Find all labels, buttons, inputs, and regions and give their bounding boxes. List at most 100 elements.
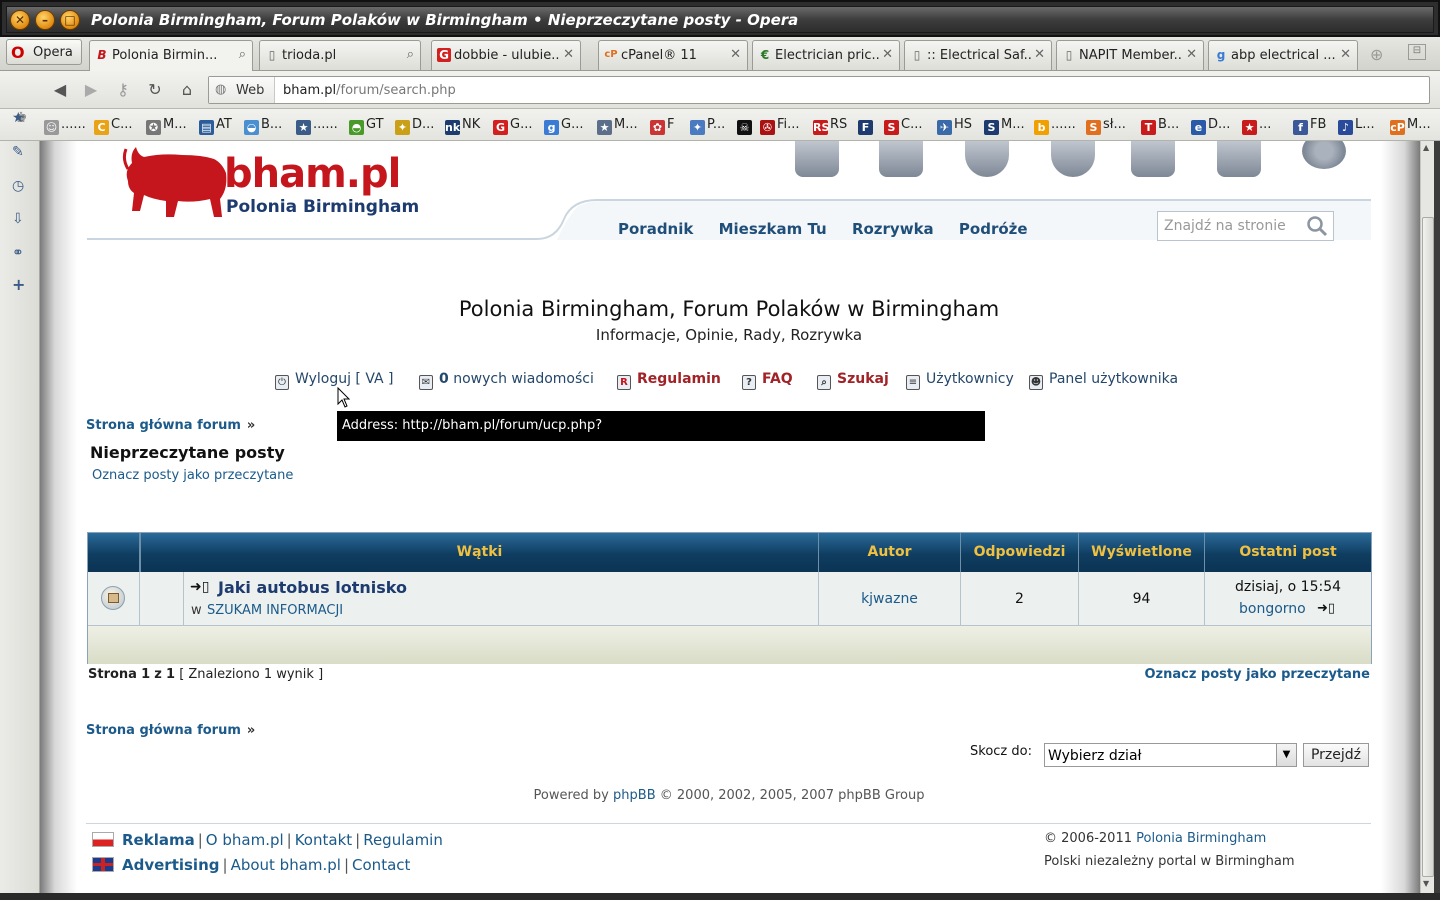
scrollbar-thumb[interactable]	[1422, 217, 1434, 877]
bookmark-item[interactable]: S C...	[884, 117, 922, 135]
view-latest-post-icon[interactable]: ➜▯	[1317, 601, 1335, 616]
scroll-up-icon[interactable]: ▲	[1423, 143, 1429, 152]
downloads-panel-icon[interactable]: ⇩	[12, 211, 30, 229]
site-logo[interactable]: bham.pl Polonia Birmingham	[122, 141, 422, 221]
bookmark-item[interactable]: ✿ F	[650, 117, 674, 135]
bookmark-item[interactable]: ☠	[737, 117, 754, 135]
messages-link[interactable]: ✉ 0 nowych wiadomości	[419, 371, 594, 390]
bookmark-item[interactable]: RSRS	[813, 117, 847, 135]
close-tab-icon[interactable]: ✕	[882, 47, 893, 62]
scroll-down-icon[interactable]: ▼	[1423, 879, 1429, 888]
footer-contact-pl-link[interactable]: Kontakt	[295, 831, 352, 849]
site-search-input[interactable]: Znajdź na stronie	[1157, 211, 1334, 241]
nav-mieszkam-tu[interactable]: Mieszkam Tu	[719, 220, 827, 238]
nav-podroze[interactable]: Podróże	[959, 220, 1028, 238]
bookmark-item[interactable]: ✦ P...	[690, 117, 725, 135]
members-link[interactable]: ≡ Użytkownicy	[906, 371, 1014, 390]
bookmark-item[interactable]: ★ M...	[597, 117, 638, 135]
footer-about-pl-link[interactable]: O bham.pl	[206, 831, 284, 849]
bookmark-item[interactable]: C C...	[94, 117, 132, 135]
phpbb-link[interactable]: phpBB	[613, 788, 656, 803]
page-scrollbar[interactable]: ▲ ▼	[1420, 141, 1434, 893]
breadcrumb-home-link[interactable]: Strona główna forum	[86, 723, 241, 738]
tab-electrician[interactable]: € Electrician pric... ✕	[752, 40, 900, 70]
bookmark-item[interactable]: ▤ AT	[199, 117, 232, 135]
tab-menu-icon[interactable]: ⊟	[1408, 44, 1426, 60]
search-icon[interactable]	[1305, 214, 1329, 238]
close-tab-icon[interactable]: ✕	[1186, 47, 1197, 62]
bookmark-item[interactable]: ✈ HS	[937, 117, 972, 135]
search-link[interactable]: ⌕ Szukaj	[817, 371, 889, 390]
bookmark-item[interactable]: G G...	[493, 117, 532, 135]
topic-forum-link[interactable]: SZUKAM INFORMACJI	[207, 603, 343, 618]
house-icon[interactable]	[795, 141, 839, 177]
mark-read-link-top[interactable]: Oznacz posty jako przeczytane	[92, 468, 293, 483]
bookmark-item[interactable]: T B...	[1141, 117, 1179, 135]
tab-polonia[interactable]: B Polonia Birmin... ⌕	[89, 40, 253, 72]
close-tab-icon[interactable]: ✕	[563, 47, 574, 62]
history-panel-icon[interactable]: ◷	[12, 178, 30, 196]
faq-link[interactable]: ? FAQ	[742, 371, 793, 390]
goto-unread-icon[interactable]: ➜▯	[190, 579, 209, 595]
footer-reklama-link[interactable]: Reklama	[122, 831, 195, 849]
calculator-icon[interactable]	[1131, 141, 1175, 177]
bookmark-item[interactable]: F	[858, 117, 875, 135]
ucp-link[interactable]: ☻ Panel użytkownika	[1029, 371, 1178, 390]
bookmark-item[interactable]: ✦ D...	[395, 117, 434, 135]
reload-icon[interactable]: ↻	[144, 80, 166, 100]
breadcrumb-home-link[interactable]: Strona główna forum	[86, 418, 241, 433]
tab-electrical-safety[interactable]: ▯ :: Electrical Saf... ✕	[904, 40, 1052, 70]
bookmark-item[interactable]: e D...	[1191, 117, 1230, 135]
copyright-link[interactable]: Polonia Birmingham	[1136, 831, 1266, 846]
close-window-icon[interactable]: ✕	[10, 10, 30, 30]
address-bar[interactable]: ◍ Web bham.pl/forum/search.php	[208, 76, 1430, 104]
bookmark-item[interactable]: ◓ GT	[349, 117, 384, 135]
back-icon[interactable]: ◀	[49, 80, 71, 100]
bookmark-item[interactable]: ☺......	[44, 117, 86, 135]
minimize-window-icon[interactable]: –	[35, 10, 55, 30]
bookmark-item[interactable]: f FB	[1293, 117, 1326, 135]
author-link[interactable]: kjwazne	[819, 572, 961, 626]
forward-icon[interactable]: ▶	[80, 80, 102, 100]
close-tab-icon[interactable]: ✕	[1034, 47, 1045, 62]
tab-trioda[interactable]: ▯ trioda.pl ⌕	[259, 40, 421, 70]
notes-panel-icon[interactable]: ✎	[12, 144, 30, 162]
close-tab-icon[interactable]: ✕	[1340, 47, 1351, 62]
logout-link[interactable]: ⏻ Wyloguj [ VA ]	[275, 371, 394, 390]
chat-bubble-icon[interactable]	[1051, 141, 1095, 177]
bookmarks-panel-icon[interactable]: ★	[12, 110, 30, 128]
nav-poradnik[interactable]: Poradnik	[618, 220, 693, 238]
bookmark-item[interactable]: ★......	[296, 117, 338, 135]
bookmark-item[interactable]: b......	[1034, 117, 1076, 135]
wand-key-icon[interactable]: ⚷	[112, 80, 134, 100]
chevron-down-icon[interactable]: ▼	[1276, 744, 1296, 766]
tab-abp-electrical[interactable]: g abp electrical ... ✕	[1208, 40, 1358, 70]
home-icon[interactable]: ⌂	[176, 80, 198, 100]
bookmark-item[interactable]: cP M...	[1390, 117, 1431, 135]
handshake-icon[interactable]	[965, 141, 1009, 177]
bookmark-item[interactable]: ✇ Fi...	[760, 117, 800, 135]
add-panel-icon[interactable]: +	[12, 275, 30, 294]
bookmark-item[interactable]: ♪ L...	[1338, 117, 1375, 135]
close-tab-icon[interactable]: ✕	[730, 47, 741, 62]
bookmark-item[interactable]: ★...	[1242, 117, 1271, 135]
footer-contact-en-link[interactable]: Contact	[352, 856, 410, 874]
camera-icon[interactable]	[1217, 141, 1261, 177]
bookmark-item[interactable]: S M...	[984, 117, 1025, 135]
jump-go-button[interactable]: Przejdź	[1303, 743, 1369, 767]
rules-link[interactable]: R Regulamin	[617, 371, 721, 390]
links-panel-icon[interactable]: ⚭	[12, 245, 30, 263]
jump-select[interactable]: Wybierz dział ▼	[1044, 743, 1297, 767]
gear-icon[interactable]	[1302, 141, 1346, 169]
address-url[interactable]: bham.pl/forum/search.php	[283, 83, 456, 98]
maximize-window-icon[interactable]: □	[60, 10, 80, 30]
new-tab-icon[interactable]: ⊕	[1370, 45, 1383, 64]
site-info-button[interactable]: ◍ Web	[209, 77, 275, 103]
last-post-author-link[interactable]: bongorno	[1239, 601, 1306, 617]
bookmark-item[interactable]: ✪ M...	[146, 117, 187, 135]
footer-advertising-link[interactable]: Advertising	[122, 856, 220, 874]
bookmark-item[interactable]: nk NK	[445, 117, 480, 135]
tab-cpanel[interactable]: cP cPanel® 11 ✕	[598, 40, 748, 70]
nav-rozrywka[interactable]: Rozrywka	[852, 220, 934, 238]
bookmark-item[interactable]: ◒ B...	[244, 117, 282, 135]
